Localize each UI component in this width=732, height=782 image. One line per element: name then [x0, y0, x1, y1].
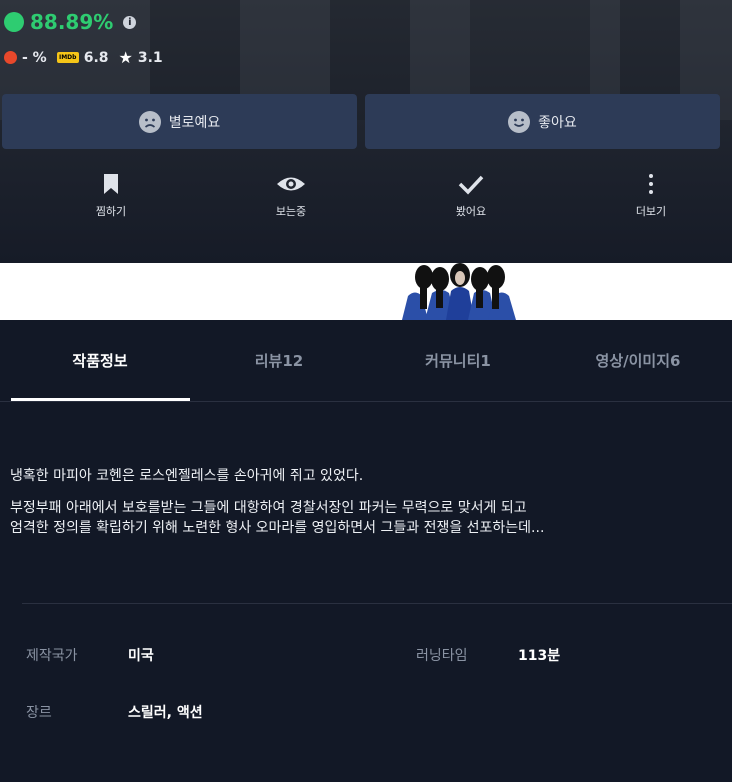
section-divider — [22, 603, 732, 604]
sad-face-icon — [138, 110, 161, 133]
poster-figures-image — [0, 263, 732, 320]
tab-info[interactable]: 작품정보 — [11, 320, 189, 401]
tomato-icon — [4, 51, 17, 64]
synopsis: 냉혹한 마피아 코헨은 로스엔젤레스를 손아귀에 쥐고 있었다. 부정부패 아래… — [10, 466, 710, 538]
genre-label: 장르 — [26, 705, 52, 721]
genre-value: 스릴러, 액션 — [128, 705, 203, 721]
tab-reviews[interactable]: 리뷰12 — [190, 320, 368, 401]
synopsis-line: 엄격한 정의를 확립하기 위해 노련한 형사 오마라를 영입하면서 그들과 전쟁… — [10, 520, 545, 536]
runtime-label: 러닝타임 — [416, 648, 468, 664]
audience-score: 88.89% — [30, 10, 114, 34]
active-tab-indicator — [11, 398, 190, 401]
happy-face-icon — [508, 110, 531, 133]
audience-score-icon — [4, 12, 24, 32]
tomato-rating: - % — [4, 50, 47, 66]
imdb-rating: IMDb 6.8 — [56, 49, 109, 66]
poster-banner — [0, 263, 732, 320]
country-label: 제작국가 — [26, 648, 78, 664]
audience-score-row: 88.89% i — [4, 10, 137, 34]
country-value: 미국 — [128, 648, 154, 664]
content-tabs: 작품정보 리뷰12 커뮤니티1 영상/이미지6 — [0, 320, 732, 402]
tab-media[interactable]: 영상/이미지6 — [549, 320, 727, 401]
more-button[interactable]: 더보기 — [591, 173, 711, 219]
imdb-score: 6.8 — [83, 49, 109, 66]
watching-button[interactable]: 보는중 — [231, 173, 351, 219]
runtime-value: 113분 — [518, 648, 561, 664]
hero-header: 88.89% i - % IMDb 6.8 ★ 3.1 별로예요 좋아요 찜하기… — [0, 0, 732, 263]
dislike-label: 별로예요 — [168, 114, 221, 131]
watched-button[interactable]: 봤어요 — [411, 173, 531, 219]
star-score: 3.1 — [137, 49, 163, 66]
star-rating: ★ 3.1 — [119, 48, 163, 67]
imdb-icon: IMDb — [56, 52, 79, 63]
like-label: 좋아요 — [538, 114, 577, 131]
like-button[interactable]: 좋아요 — [365, 94, 720, 149]
more-label: 더보기 — [635, 205, 667, 218]
wishlist-label: 찜하기 — [95, 205, 127, 218]
wishlist-button[interactable]: 찜하기 — [51, 173, 171, 219]
watched-label: 봤어요 — [455, 205, 487, 218]
eye-icon — [277, 177, 305, 191]
info-icon[interactable]: i — [123, 15, 137, 29]
checkmark-icon — [458, 175, 484, 195]
synopsis-line: 냉혹한 마피아 코헨은 로스엔젤레스를 손아귀에 쥐고 있었다. — [10, 468, 364, 484]
tomato-score: - % — [22, 49, 47, 66]
more-vertical-icon — [649, 174, 653, 194]
dislike-button[interactable]: 별로예요 — [2, 94, 357, 149]
tab-community[interactable]: 커뮤니티1 — [369, 320, 547, 401]
watching-label: 보는중 — [275, 205, 307, 218]
external-ratings-row: - % IMDb 6.8 ★ 3.1 — [4, 48, 163, 67]
synopsis-line: 부정부패 아래에서 보호를받는 그들에 대항하여 경찰서장인 파커는 무력으로 … — [10, 500, 527, 516]
star-icon: ★ — [118, 48, 133, 67]
bookmark-icon — [104, 174, 118, 194]
